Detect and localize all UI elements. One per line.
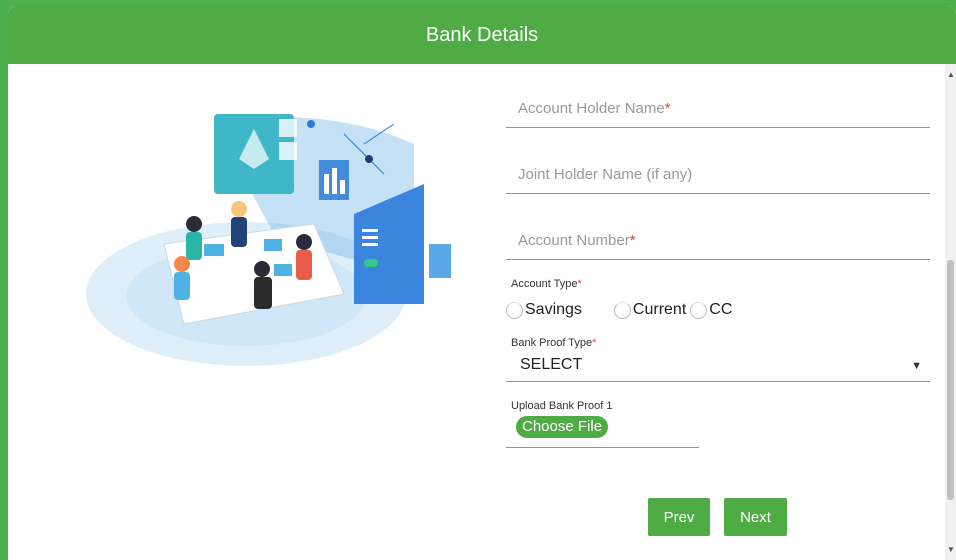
- account-type-label: Account Type*: [511, 278, 582, 290]
- scrollbar[interactable]: ▲ ▼: [945, 64, 956, 560]
- bank-details-modal: Bank Details Account Holder Name* Joint …: [8, 6, 956, 560]
- radio-savings[interactable]: [506, 301, 523, 319]
- account-number-field[interactable]: Account Number*: [506, 222, 930, 260]
- account-type-radio-group: Savings Current CC: [506, 298, 732, 322]
- choose-file-button[interactable]: Choose File: [516, 416, 609, 438]
- account-number-placeholder: Account Number*: [518, 232, 636, 249]
- required-asterisk: *: [664, 100, 671, 117]
- team-meeting-illustration: [86, 114, 451, 366]
- joint-holder-name-placeholder: Joint Holder Name (if any): [518, 166, 693, 183]
- radio-current-label: Current: [632, 301, 687, 318]
- bank-proof-type-label: Bank Proof Type*: [511, 337, 597, 349]
- upload-bank-proof-field: Choose File: [506, 416, 699, 448]
- scroll-up-icon[interactable]: ▲: [947, 70, 955, 79]
- upload-bank-proof-label: Upload Bank Proof 1: [511, 400, 613, 412]
- page-title: Bank Details: [425, 23, 539, 46]
- radio-current[interactable]: [613, 301, 631, 319]
- team-illustration: [24, 64, 504, 418]
- radio-savings-label: Savings: [525, 301, 582, 318]
- chevron-down-icon: ▼: [911, 360, 922, 372]
- required-asterisk: *: [629, 232, 636, 249]
- scrollbar-thumb[interactable]: [947, 260, 954, 500]
- radio-cc[interactable]: [690, 301, 708, 319]
- scroll-down-icon[interactable]: ▼: [947, 545, 955, 554]
- account-holder-name-field[interactable]: Account Holder Name*: [506, 90, 930, 128]
- bank-proof-type-value: SELECT: [520, 356, 583, 373]
- modal-header: Bank Details: [8, 6, 956, 64]
- radio-cc-label: CC: [709, 301, 733, 318]
- account-holder-name-placeholder: Account Holder Name*: [518, 100, 671, 117]
- prev-button[interactable]: Prev: [648, 498, 710, 536]
- joint-holder-name-field[interactable]: Joint Holder Name (if any): [506, 156, 930, 194]
- next-button[interactable]: Next: [724, 498, 787, 536]
- bank-proof-type-select[interactable]: SELECT ▼: [506, 356, 930, 382]
